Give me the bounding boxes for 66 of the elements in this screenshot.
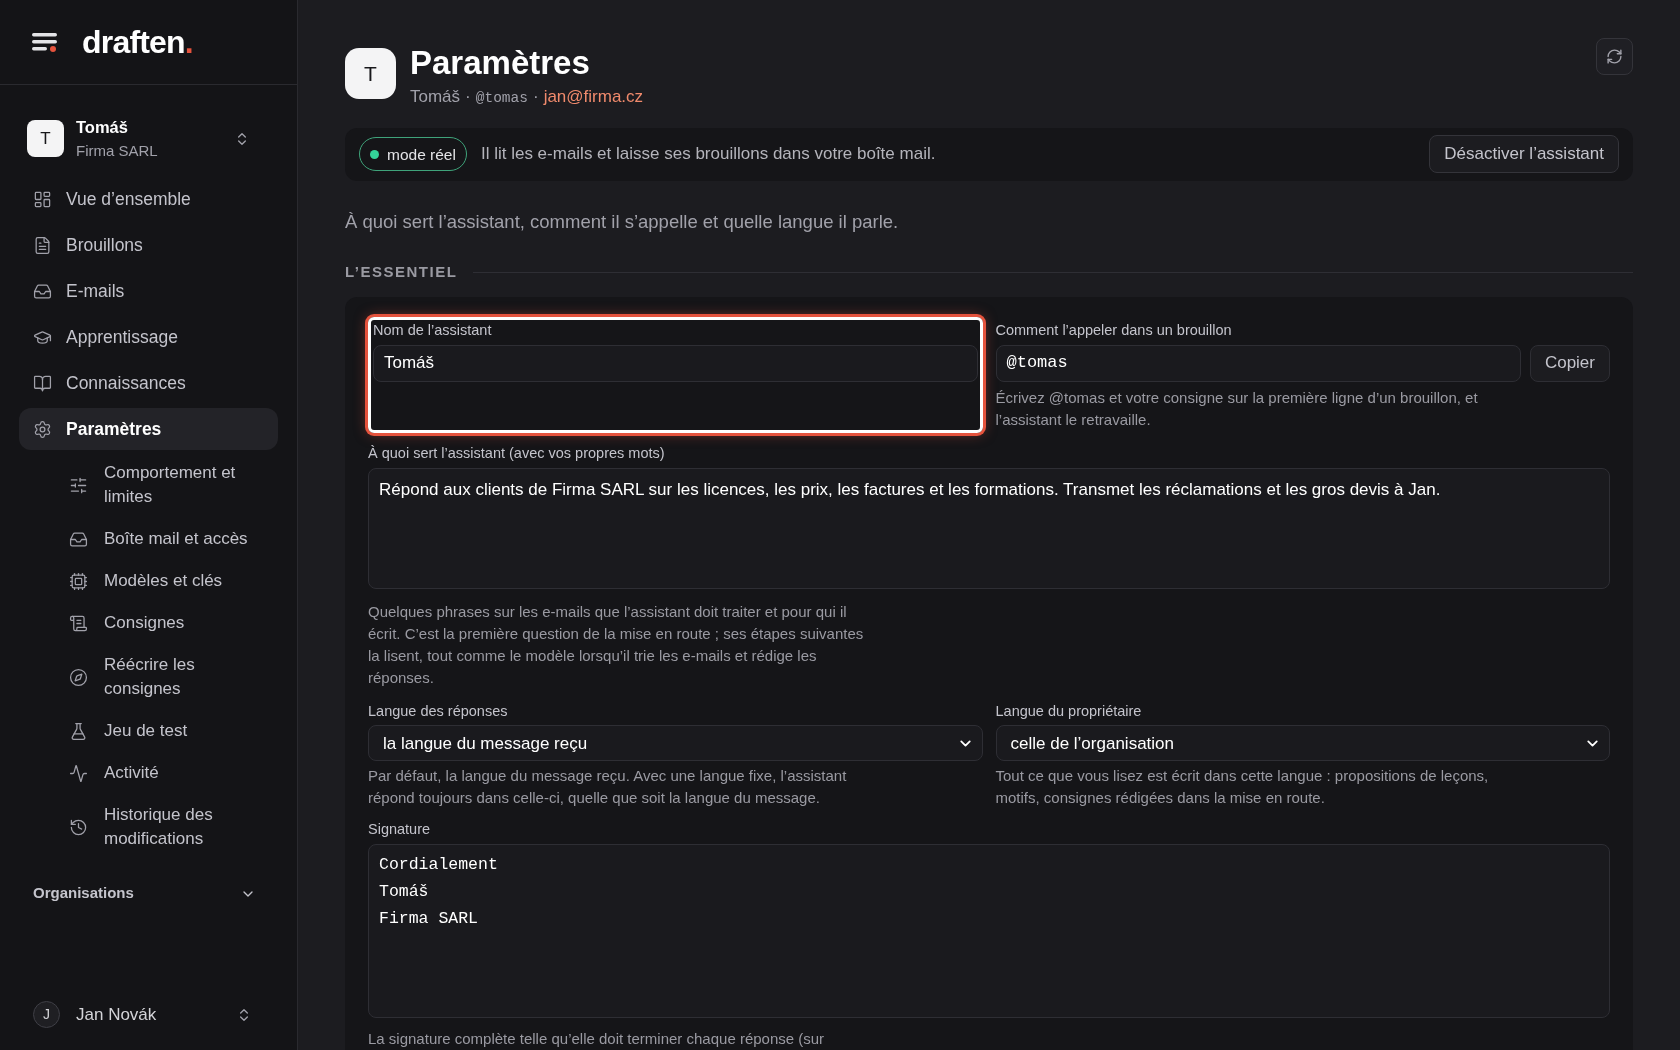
flask-icon bbox=[69, 721, 88, 741]
workspace-org: Firma SARL bbox=[76, 140, 159, 161]
document-icon bbox=[33, 235, 52, 255]
history-icon bbox=[69, 817, 88, 837]
email-link[interactable]: jan@firma.cz bbox=[543, 84, 644, 110]
deactivate-button[interactable]: Désactiver l’assistant bbox=[1429, 135, 1619, 174]
language-select[interactable]: celle de l’organisation bbox=[995, 725, 1610, 762]
nav-item[interactable]: E-mails bbox=[19, 270, 278, 313]
field-hint: Écrivez @tomas et votre consigne sur la première ligne d’un brouillon, et l’assistant le retravaille. bbox=[995, 387, 1479, 430]
menu-icon[interactable] bbox=[32, 32, 58, 52]
compass-icon bbox=[69, 667, 88, 687]
language-select[interactable]: la langue du message reçu bbox=[368, 725, 983, 762]
field-label: À quoi sert l’assistant (avec vos propres mots) bbox=[368, 443, 666, 463]
nav-subitem[interactable]: Modèles et clés bbox=[19, 560, 278, 603]
field-label: Langue des réponses bbox=[368, 701, 509, 721]
chip-icon bbox=[69, 571, 88, 591]
nav-item[interactable]: Vue d’ensemble bbox=[19, 178, 278, 221]
nav-subitem[interactable]: Consignes bbox=[19, 602, 278, 645]
user-switcher[interactable]: J Jan Novák bbox=[33, 1001, 264, 1028]
book-icon bbox=[33, 373, 52, 393]
nav-item[interactable]: Brouillons bbox=[19, 224, 278, 267]
nav-subitem[interactable]: Jeu de test bbox=[19, 710, 278, 753]
layout-grid-icon bbox=[33, 189, 52, 209]
field-label: Langue du propriétaire bbox=[995, 701, 1143, 721]
banner-text: Il lit les e-mails et laisse ses brouillons dans votre boîte mail. bbox=[480, 143, 937, 166]
nav-subitem[interactable]: Activité bbox=[19, 752, 278, 795]
scroll-icon bbox=[69, 613, 88, 633]
workspace-avatar: T bbox=[27, 120, 64, 158]
assistant-name: Tomáš bbox=[410, 86, 461, 108]
activity-icon bbox=[69, 763, 88, 783]
settings-icon bbox=[33, 419, 52, 439]
intro-text: À quoi sert l’assistant, comment il s’appelle et quelle langue il parle. bbox=[345, 209, 900, 234]
field-hint: Par défaut, la langue du message reçu. Avec une langue fixe, l’assistant répond toujours dans celle-ci, quelle que soit la langue du message. bbox=[368, 766, 848, 809]
user-name: Jan Novák bbox=[76, 1003, 158, 1026]
assistant-avatar: T bbox=[345, 48, 396, 99]
organisations-section[interactable]: Organisations bbox=[33, 882, 264, 905]
field-hint: La signature complète telle qu’elle doit terminer chaque réponse (sur bbox=[368, 1029, 826, 1049]
signature-textarea[interactable]: Cordialement Tomáš Firma SARL bbox=[368, 844, 1610, 1018]
workspace-name: Tomáš bbox=[76, 117, 129, 138]
refresh-button[interactable] bbox=[1596, 38, 1633, 75]
page-title: Paramètres bbox=[410, 43, 591, 83]
section-heading: L’ESSENTIEL bbox=[345, 262, 458, 283]
name-input[interactable]: Tomáš bbox=[373, 344, 978, 382]
nav-item[interactable]: Paramètres bbox=[19, 408, 278, 451]
nav-subitem[interactable]: Comportement et limites bbox=[19, 452, 278, 519]
sliders-icon bbox=[69, 475, 88, 495]
field-hint: Tout ce que vous lisez est écrit dans cette langue : propositions de leçons, motifs, consignes rédigées dans la mise en route. bbox=[995, 766, 1490, 809]
assistant-handle: @tomas bbox=[475, 89, 528, 108]
refresh-icon bbox=[1606, 48, 1623, 65]
separator-dot: · bbox=[532, 86, 539, 108]
nav-subitem[interactable]: Boîte mail et accès bbox=[19, 518, 278, 561]
copy-button[interactable]: Copier bbox=[1529, 344, 1610, 382]
purpose-textarea[interactable]: Répond aux clients de Firma SARL sur les licences, les prix, les factures et les formations. Transmet les réclamations et les gros devis à Jan. bbox=[368, 467, 1610, 589]
nav-item[interactable]: Connaissances bbox=[19, 362, 278, 405]
nav-subitem[interactable]: Historique des modifications bbox=[19, 794, 278, 861]
mention-input[interactable]: @tomas bbox=[995, 344, 1521, 382]
field-hint: Quelques phrases sur les e-mails que l’assistant doit traiter et pour qui il écrit. C’est la première question de la mise en route ; ses étapes suivantes la lisent, tout comme le modèle lorsqu’il trie les e-mails et rédige les réponses. bbox=[368, 601, 865, 688]
workspace-switcher[interactable]: T Tomáš Firma SARL bbox=[27, 115, 270, 163]
separator-dot: · bbox=[465, 86, 471, 108]
logo: draften. bbox=[82, 26, 193, 58]
nav-item[interactable]: Apprentissage bbox=[19, 316, 278, 359]
field-label: Comment l’appeler dans un brouillon bbox=[995, 320, 1233, 340]
user-avatar: J bbox=[33, 1001, 60, 1028]
nav-subitem[interactable]: Réécrire les consignes bbox=[19, 644, 278, 711]
field-label: Signature bbox=[368, 820, 432, 840]
field-label: Nom de l’assistant bbox=[373, 320, 493, 340]
